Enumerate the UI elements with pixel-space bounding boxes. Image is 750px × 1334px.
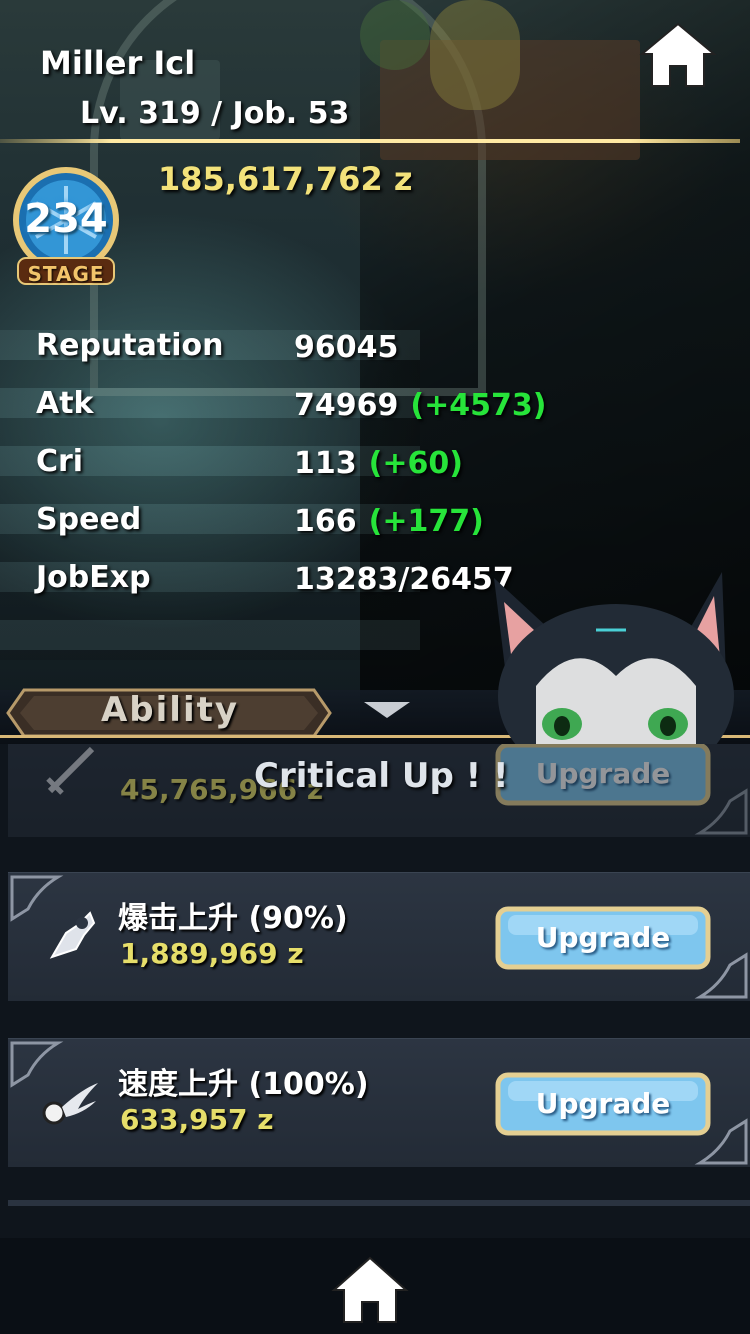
stat-row-cri: Cri 113 (+60) bbox=[36, 444, 636, 502]
stat-bonus: (+177) bbox=[368, 504, 484, 539]
stat-label: JobExp bbox=[36, 560, 151, 595]
ability-list[interactable]: 45,765,966 z Upgrade 爆击上升 (90%) 1,889,96… bbox=[0, 744, 750, 1238]
background-plant bbox=[430, 0, 520, 110]
home-button-top[interactable] bbox=[638, 20, 718, 90]
stat-label: Reputation bbox=[36, 328, 224, 363]
sword-icon bbox=[46, 746, 95, 795]
player-name: Miller Icl bbox=[40, 44, 196, 82]
home-icon bbox=[639, 22, 717, 87]
background-plant bbox=[360, 0, 430, 70]
stat-row-speed: Speed 166 (+177) bbox=[36, 502, 636, 560]
home-icon bbox=[331, 1256, 409, 1323]
stat-row-atk: Atk 74969 (+4573) bbox=[36, 386, 636, 444]
ability-tab[interactable]: Ability bbox=[40, 690, 300, 730]
stat-value-group: 113 (+60) bbox=[294, 446, 463, 481]
stat-value: 113 bbox=[294, 446, 357, 481]
ability-cost: 633,957 z bbox=[120, 1103, 274, 1136]
cat-mascot bbox=[494, 572, 734, 756]
stage-label: STAGE bbox=[27, 262, 105, 286]
ability-name: 爆击上升 (90%) bbox=[118, 901, 348, 936]
stat-bonus: (+60) bbox=[368, 446, 463, 481]
ornament-corner bbox=[694, 788, 748, 835]
stat-label: Atk bbox=[36, 386, 94, 421]
list-item-critical-up: 爆击上升 (90%) 1,889,969 z Upgrade bbox=[8, 872, 750, 1001]
stat-label: Cri bbox=[36, 444, 84, 479]
header-gold-divider bbox=[0, 139, 740, 143]
stat-value-group: 96045 bbox=[294, 330, 398, 365]
zeny-amount: 185,617,762 z bbox=[158, 160, 413, 198]
stat-value: 166 bbox=[294, 504, 357, 539]
ornament-corner bbox=[694, 952, 748, 999]
winged-speed-icon bbox=[42, 1083, 98, 1125]
home-button-bottom[interactable] bbox=[330, 1254, 410, 1326]
game-screen: Miller Icl Lv. 319 / Job. 53 185,617,762… bbox=[0, 0, 750, 1334]
list-item-speed-up: 速度上升 (100%) 633,957 z Upgrade bbox=[8, 1038, 750, 1167]
ability-name: 速度上升 (100%) bbox=[118, 1067, 369, 1102]
stat-value: 74969 bbox=[294, 388, 399, 423]
list-bottom-divider bbox=[8, 1200, 750, 1206]
stat-bonus: (+4573) bbox=[410, 388, 547, 423]
chevron-down-icon[interactable] bbox=[362, 700, 412, 720]
ornament-corner bbox=[694, 1118, 748, 1165]
player-level-job: Lv. 319 / Job. 53 bbox=[80, 96, 350, 131]
stage-number: 234 bbox=[24, 196, 108, 242]
stat-label: Speed bbox=[36, 502, 142, 537]
stat-value-group: 74969 (+4573) bbox=[294, 388, 546, 423]
critical-up-toast: Critical Up ! ! bbox=[254, 756, 509, 796]
critical-claw-icon bbox=[49, 911, 96, 959]
stat-row-reputation: Reputation 96045 bbox=[36, 328, 636, 386]
stat-value: 96045 bbox=[294, 330, 399, 365]
stat-value-group: 166 (+177) bbox=[294, 504, 484, 539]
ability-cost: 1,889,969 z bbox=[120, 937, 304, 970]
